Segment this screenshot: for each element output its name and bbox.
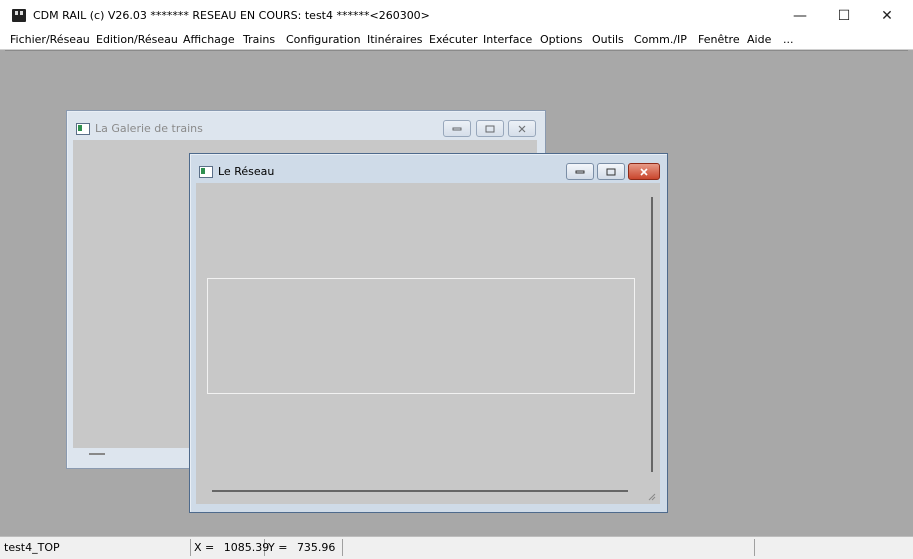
reseau-window-title: Le Réseau — [218, 165, 275, 178]
menu-affichage[interactable]: Affichage — [183, 33, 235, 46]
resize-grip-icon[interactable] — [648, 491, 656, 501]
network-layout-frame[interactable] — [207, 278, 635, 394]
window-le-reseau[interactable]: Le Réseau — [189, 153, 668, 513]
status-x-coordinate: X = 1085.39 — [194, 539, 269, 556]
app-title: CDM RAIL (c) V26.03 ******* RESEAU EN CO… — [33, 9, 430, 22]
menu-interface[interactable]: Interface — [483, 33, 532, 46]
status-y-coordinate: Y = 735.96 — [268, 539, 343, 556]
menu-itineraires[interactable]: Itinéraires — [367, 33, 422, 46]
reseau-close-button[interactable] — [628, 163, 660, 180]
app-icon — [12, 9, 26, 22]
minimize-icon — [452, 127, 462, 130]
minimize-button[interactable]: — — [777, 0, 823, 31]
galerie-close-button[interactable] — [508, 120, 536, 137]
menu-fenetre[interactable]: Fenêtre — [698, 33, 740, 46]
galerie-window-title: La Galerie de trains — [95, 122, 203, 135]
close-icon — [640, 167, 648, 176]
horizontal-scrollbar[interactable] — [212, 490, 628, 492]
app-title-bar: CDM RAIL (c) V26.03 ******* RESEAU EN CO… — [0, 0, 913, 31]
status-bar: test4_TOP X = 1085.39 Y = 735.96 — [0, 536, 913, 559]
restore-icon — [606, 168, 616, 175]
menu-outils[interactable]: Outils — [592, 33, 624, 46]
x-value: 1085.39 — [223, 541, 270, 554]
menu-more[interactable]: ... — [783, 33, 794, 46]
galerie-minimize-button[interactable] — [443, 120, 471, 137]
reseau-restore-button[interactable] — [597, 163, 625, 180]
reseau-window-icon — [199, 166, 213, 178]
close-button[interactable]: ✕ — [864, 0, 910, 31]
galerie-scroll-thumb[interactable] — [89, 453, 105, 455]
galerie-restore-button[interactable] — [476, 120, 504, 137]
status-message — [346, 539, 755, 556]
vertical-scrollbar[interactable] — [651, 197, 653, 472]
menu-bar: Fichier/Réseau Edition/Réseau Affichage … — [0, 31, 913, 50]
maximize-button[interactable]: ☐ — [821, 0, 867, 31]
menu-options[interactable]: Options — [540, 33, 582, 46]
x-label: X = — [194, 541, 215, 554]
restore-icon — [485, 125, 495, 132]
menu-trains[interactable]: Trains — [243, 33, 275, 46]
reseau-minimize-button[interactable] — [566, 163, 594, 180]
y-label: Y = — [268, 541, 288, 554]
menu-executer[interactable]: Exécuter — [429, 33, 478, 46]
menu-comm-ip[interactable]: Comm./IP — [634, 33, 687, 46]
menu-configuration[interactable]: Configuration — [286, 33, 361, 46]
reseau-client-area[interactable] — [196, 183, 660, 504]
galerie-window-icon — [76, 123, 90, 135]
status-extra — [758, 539, 908, 556]
menu-fichier-reseau[interactable]: Fichier/Réseau — [10, 33, 90, 46]
close-icon — [518, 125, 526, 132]
menu-edition-reseau[interactable]: Edition/Réseau — [96, 33, 178, 46]
status-layer-name: test4_TOP — [4, 539, 191, 556]
y-value: 735.96 — [296, 541, 336, 554]
minimize-icon — [575, 170, 585, 173]
menu-aide[interactable]: Aide — [747, 33, 771, 46]
